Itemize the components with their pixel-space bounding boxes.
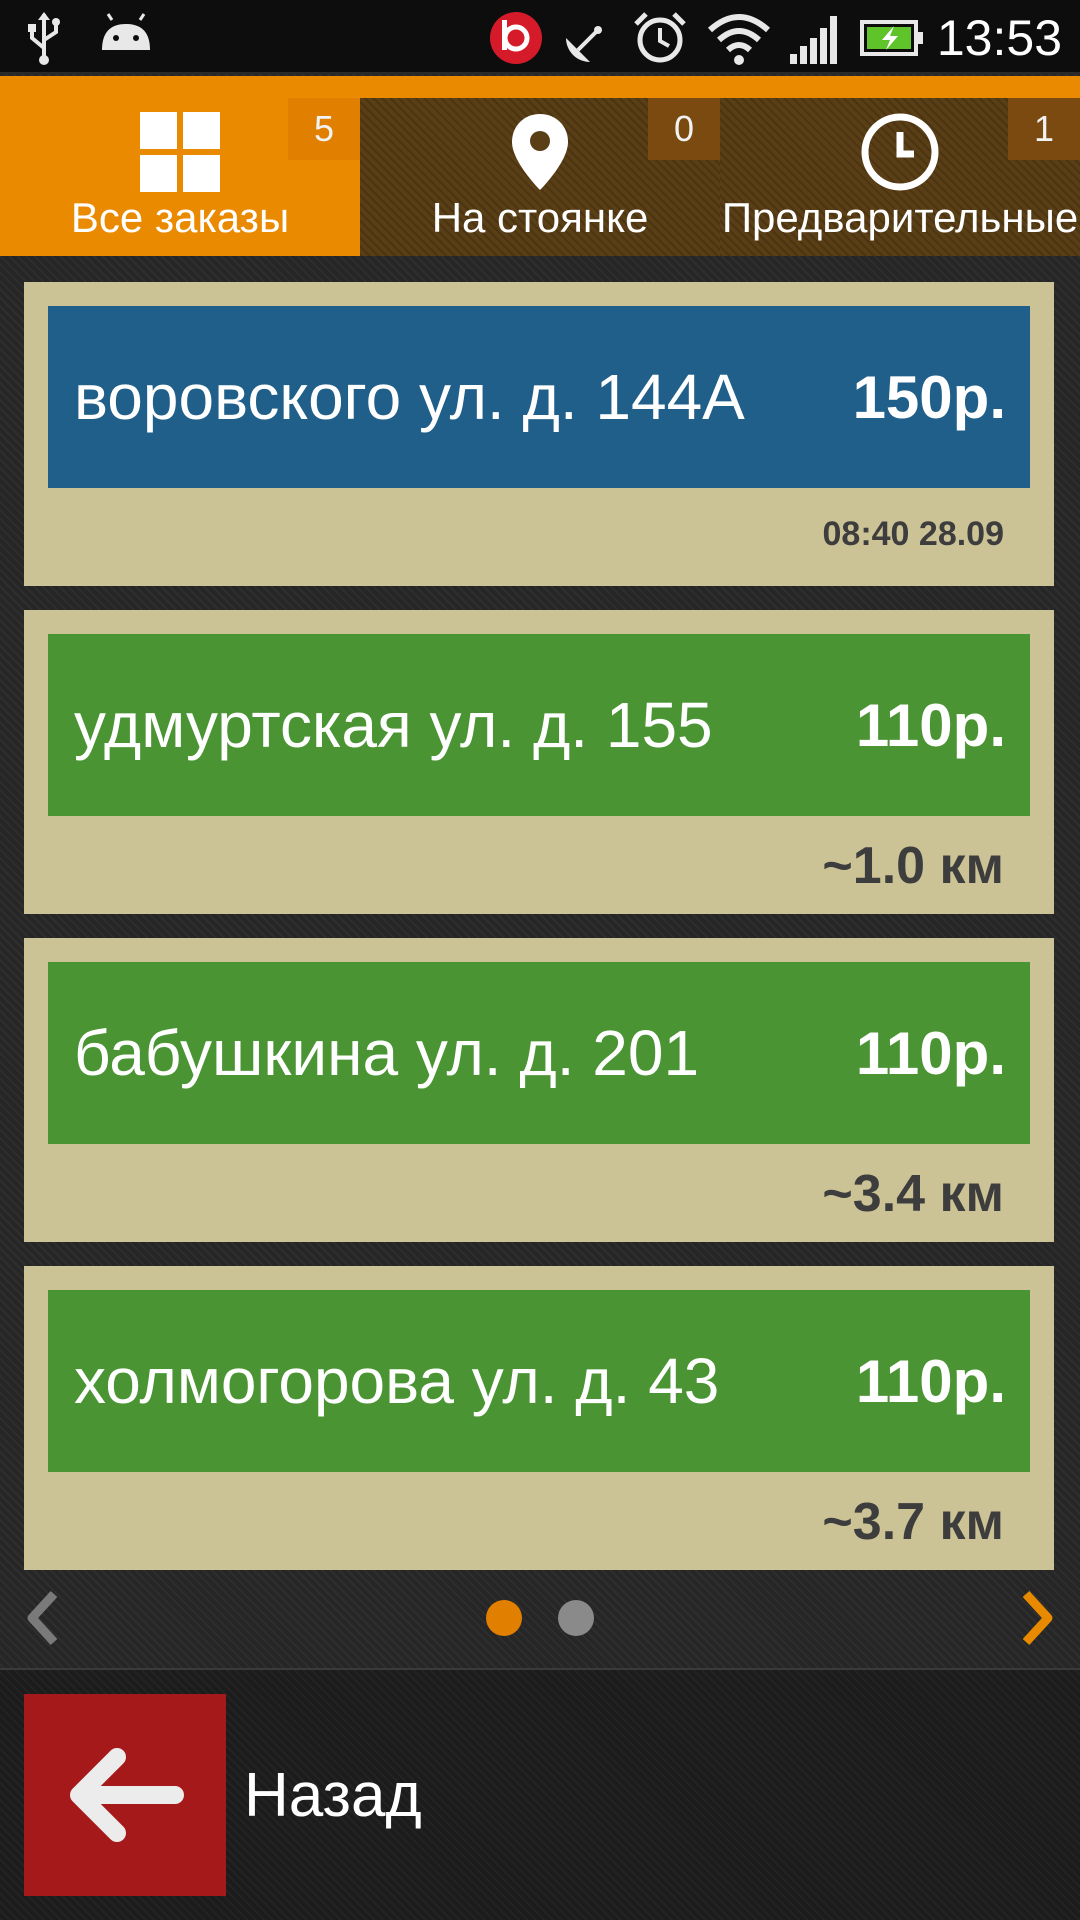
tab-parking[interactable]: На стоянке 0 (360, 98, 720, 256)
clock-icon (861, 113, 939, 191)
order-address: удмуртская ул. д. 155 (74, 689, 713, 761)
bottom-bar: Назад (0, 1668, 1080, 1920)
grid-icon (140, 112, 220, 192)
order-price: 110р. (855, 1347, 1006, 1415)
order-header: бабушкина ул. д. 201 110р. (48, 962, 1030, 1144)
tab-label: На стоянке (431, 194, 649, 241)
wifi-icon (707, 14, 771, 65)
order-price: 150р. (852, 363, 1006, 431)
order-distance: ~1.0 км (822, 837, 1004, 895)
battery-charging-icon (860, 20, 923, 56)
arrow-left-icon (70, 1748, 184, 1842)
order-address: бабушкина ул. д. 201 (74, 1017, 700, 1089)
page-dot-active[interactable] (486, 1600, 522, 1636)
tab-bar: Все заказы 5 На стоянке 0 Предварительны… (0, 76, 1080, 256)
chevron-right-icon[interactable] (1018, 1588, 1058, 1648)
order-header: холмогорова ул. д. 43 110р. (48, 1290, 1030, 1472)
order-card[interactable]: холмогорова ул. д. 43 110р. ~3.7 км (24, 1266, 1054, 1570)
order-price: 110р. (855, 691, 1006, 759)
order-header: удмуртская ул. д. 155 110р. (48, 634, 1030, 816)
order-time: 08:40 28.09 (822, 515, 1005, 553)
tab-preliminary[interactable]: Предварительные 1 (720, 98, 1080, 256)
usb-icon (28, 12, 60, 65)
order-distance: ~3.4 км (822, 1165, 1004, 1223)
clock-time: 13:53 (936, 10, 1062, 66)
chevron-left-icon[interactable] (22, 1588, 62, 1648)
order-address: холмогорова ул. д. 43 (74, 1345, 720, 1417)
tab-all-orders[interactable]: Все заказы 5 (0, 76, 360, 256)
tab-count-badge: 5 (288, 98, 360, 160)
status-bar: 13:53 (0, 0, 1080, 74)
pager (0, 1580, 1080, 1656)
back-label[interactable]: Назад (244, 1694, 422, 1896)
android-icon (102, 13, 150, 50)
page-dot[interactable] (558, 1600, 594, 1636)
tab-count-badge: 1 (1008, 98, 1080, 160)
tab-label: Предварительные (721, 194, 1079, 241)
order-card[interactable]: удмуртская ул. д. 155 110р. ~1.0 км (24, 610, 1054, 914)
tab-count-badge: 0 (648, 98, 720, 160)
alarm-icon (634, 12, 686, 63)
order-price: 110р. (855, 1019, 1006, 1087)
map-pin-icon (512, 114, 568, 190)
back-button[interactable] (24, 1694, 226, 1896)
signal-icon (790, 16, 837, 64)
order-address: воровского ул. д. 144А (74, 361, 745, 433)
satellite-icon (566, 26, 602, 62)
order-card[interactable]: бабушкина ул. д. 201 110р. ~3.4 км (24, 938, 1054, 1242)
beats-icon (490, 12, 542, 64)
order-header: воровского ул. д. 144А 150р. (48, 306, 1030, 488)
order-distance: ~3.7 км (822, 1493, 1004, 1551)
order-card[interactable]: воровского ул. д. 144А 150р. 08:40 28.09 (24, 282, 1054, 586)
tab-label: Все заказы (70, 194, 290, 241)
